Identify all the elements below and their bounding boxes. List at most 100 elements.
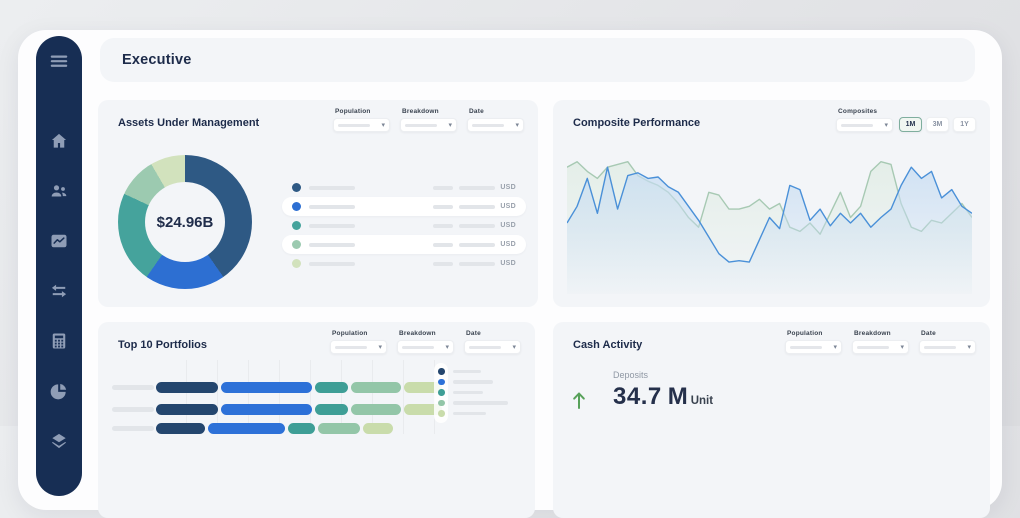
portfolio-stacked-bar[interactable] bbox=[156, 404, 442, 415]
bar-segment bbox=[315, 382, 348, 393]
bar-segment bbox=[288, 423, 315, 434]
legend-amount-placeholder bbox=[459, 186, 495, 190]
filter-breakdown: Breakdown ▾ bbox=[852, 330, 909, 354]
legend-color-dot bbox=[438, 400, 445, 407]
bar-segment bbox=[315, 404, 348, 415]
deposits-up-arrow-icon bbox=[571, 390, 587, 410]
bar-segment bbox=[363, 423, 393, 434]
legend-name-placeholder bbox=[309, 224, 355, 228]
aum-legend-row[interactable]: USD bbox=[282, 216, 526, 235]
filter-population: Population ▾ bbox=[785, 330, 842, 354]
portfolio-name-placeholder bbox=[112, 385, 154, 390]
filter-label: Composites bbox=[838, 108, 893, 115]
filter-date: Date▾ bbox=[467, 108, 524, 132]
pie-chart-icon[interactable] bbox=[44, 378, 74, 404]
bar-segment bbox=[318, 423, 360, 434]
portfolios-legend-item[interactable] bbox=[438, 366, 508, 377]
layers-icon[interactable] bbox=[44, 428, 74, 454]
placeholder-bar bbox=[857, 346, 889, 349]
bar-segment bbox=[156, 382, 218, 393]
aum-donut-chart[interactable]: $24.96B bbox=[118, 155, 252, 289]
legend-name-placeholder bbox=[453, 370, 481, 374]
legend-name-placeholder bbox=[453, 391, 483, 395]
legend-name-placeholder bbox=[453, 380, 493, 384]
legend-color-dot bbox=[438, 368, 445, 375]
breakdown-dropdown[interactable]: ▾ bbox=[852, 340, 909, 354]
bar-segment bbox=[221, 404, 312, 415]
placeholder-bar bbox=[924, 346, 956, 349]
legend-color-dot bbox=[292, 240, 301, 249]
aum-legend-row[interactable]: USD bbox=[282, 235, 526, 254]
portfolios-bar-chart[interactable] bbox=[98, 322, 535, 518]
legend-name-placeholder bbox=[453, 412, 486, 416]
cash-card-title: Cash Activity bbox=[573, 339, 642, 351]
legend-percent-placeholder bbox=[433, 186, 453, 190]
filter-breakdown: Breakdown▾ bbox=[400, 108, 457, 132]
filter-label: Breakdown bbox=[854, 330, 909, 337]
population-dropdown[interactable]: ▾ bbox=[333, 118, 390, 132]
deposits-label: Deposits bbox=[613, 370, 713, 380]
breakdown-dropdown[interactable]: ▾ bbox=[400, 118, 457, 132]
composite-controls: Composites ▾ 1M 3M 1Y bbox=[836, 108, 976, 132]
aum-legend-row[interactable]: USD bbox=[282, 254, 526, 273]
home-icon[interactable] bbox=[44, 128, 74, 154]
placeholder-bar bbox=[841, 124, 873, 127]
currency-label: USD bbox=[500, 203, 516, 210]
legend-color-dot bbox=[438, 389, 445, 396]
portfolios-legend-item[interactable] bbox=[438, 398, 508, 409]
deposits-magnitude: M bbox=[668, 383, 688, 411]
aum-legend-row[interactable]: USD bbox=[282, 178, 526, 197]
chevron-down-icon: ▾ bbox=[967, 344, 971, 351]
filter-label: Population bbox=[787, 330, 842, 337]
cash-filters: Population ▾ Breakdown ▾ Date ▾ bbox=[785, 330, 976, 354]
aum-card-title: Assets Under Management bbox=[118, 117, 259, 129]
composite-performance-card: Composite Performance Composites ▾ 1M 3M 1Y bbox=[553, 100, 990, 307]
portfolio-stacked-bar[interactable] bbox=[156, 382, 442, 393]
legend-name-placeholder bbox=[453, 401, 508, 405]
portfolios-legend-item[interactable] bbox=[438, 387, 508, 398]
filter-label: Date bbox=[921, 330, 976, 337]
chevron-down-icon: ▾ bbox=[448, 122, 452, 129]
hamburger-menu-icon[interactable] bbox=[44, 48, 74, 74]
portfolio-stacked-bar[interactable] bbox=[156, 423, 393, 434]
legend-percent-placeholder bbox=[433, 224, 453, 228]
calculator-icon[interactable] bbox=[44, 328, 74, 354]
performance-chart-icon[interactable] bbox=[44, 228, 74, 254]
composite-performance-chart[interactable] bbox=[567, 144, 972, 294]
date-dropdown[interactable]: ▾ bbox=[919, 340, 976, 354]
gridline bbox=[403, 360, 404, 434]
filter-population: Population▾ bbox=[333, 108, 390, 132]
currency-label: USD bbox=[500, 222, 516, 229]
legend-name-placeholder bbox=[309, 186, 355, 190]
aum-total-value: $24.96B bbox=[118, 155, 252, 289]
portfolio-name-placeholder bbox=[112, 407, 154, 412]
range-button-3m[interactable]: 3M bbox=[926, 117, 949, 132]
chevron-down-icon: ▾ bbox=[833, 344, 837, 351]
range-button-1y[interactable]: 1Y bbox=[953, 117, 976, 132]
portfolios-legend-item[interactable] bbox=[438, 377, 508, 388]
range-button-1m[interactable]: 1M bbox=[899, 117, 922, 132]
legend-name-placeholder bbox=[309, 262, 355, 266]
legend-color-dot bbox=[292, 259, 301, 268]
deposits-metric: Deposits 34.7 M Unit bbox=[571, 370, 713, 411]
app-window: Executive Assets Under Management Popula… bbox=[18, 30, 1002, 510]
legend-amount-placeholder bbox=[459, 243, 495, 247]
composite-card-title: Composite Performance bbox=[573, 117, 700, 129]
portfolios-legend-item[interactable] bbox=[438, 408, 508, 419]
aum-legend-row[interactable]: USD bbox=[282, 197, 526, 216]
legend-color-dot bbox=[438, 379, 445, 386]
chevron-down-icon: ▾ bbox=[515, 122, 519, 129]
legend-percent-placeholder bbox=[433, 205, 453, 209]
date-dropdown[interactable]: ▾ bbox=[467, 118, 524, 132]
bar-segment bbox=[156, 404, 218, 415]
legend-color-dot bbox=[292, 221, 301, 230]
bar-segment bbox=[351, 404, 401, 415]
bar-segment bbox=[351, 382, 401, 393]
users-icon[interactable] bbox=[44, 178, 74, 204]
population-dropdown[interactable]: ▾ bbox=[785, 340, 842, 354]
legend-amount-placeholder bbox=[459, 262, 495, 266]
legend-percent-placeholder bbox=[433, 262, 453, 266]
transfers-icon[interactable] bbox=[44, 278, 74, 304]
placeholder-bar bbox=[472, 124, 504, 127]
composites-dropdown[interactable]: ▾ bbox=[836, 118, 893, 132]
